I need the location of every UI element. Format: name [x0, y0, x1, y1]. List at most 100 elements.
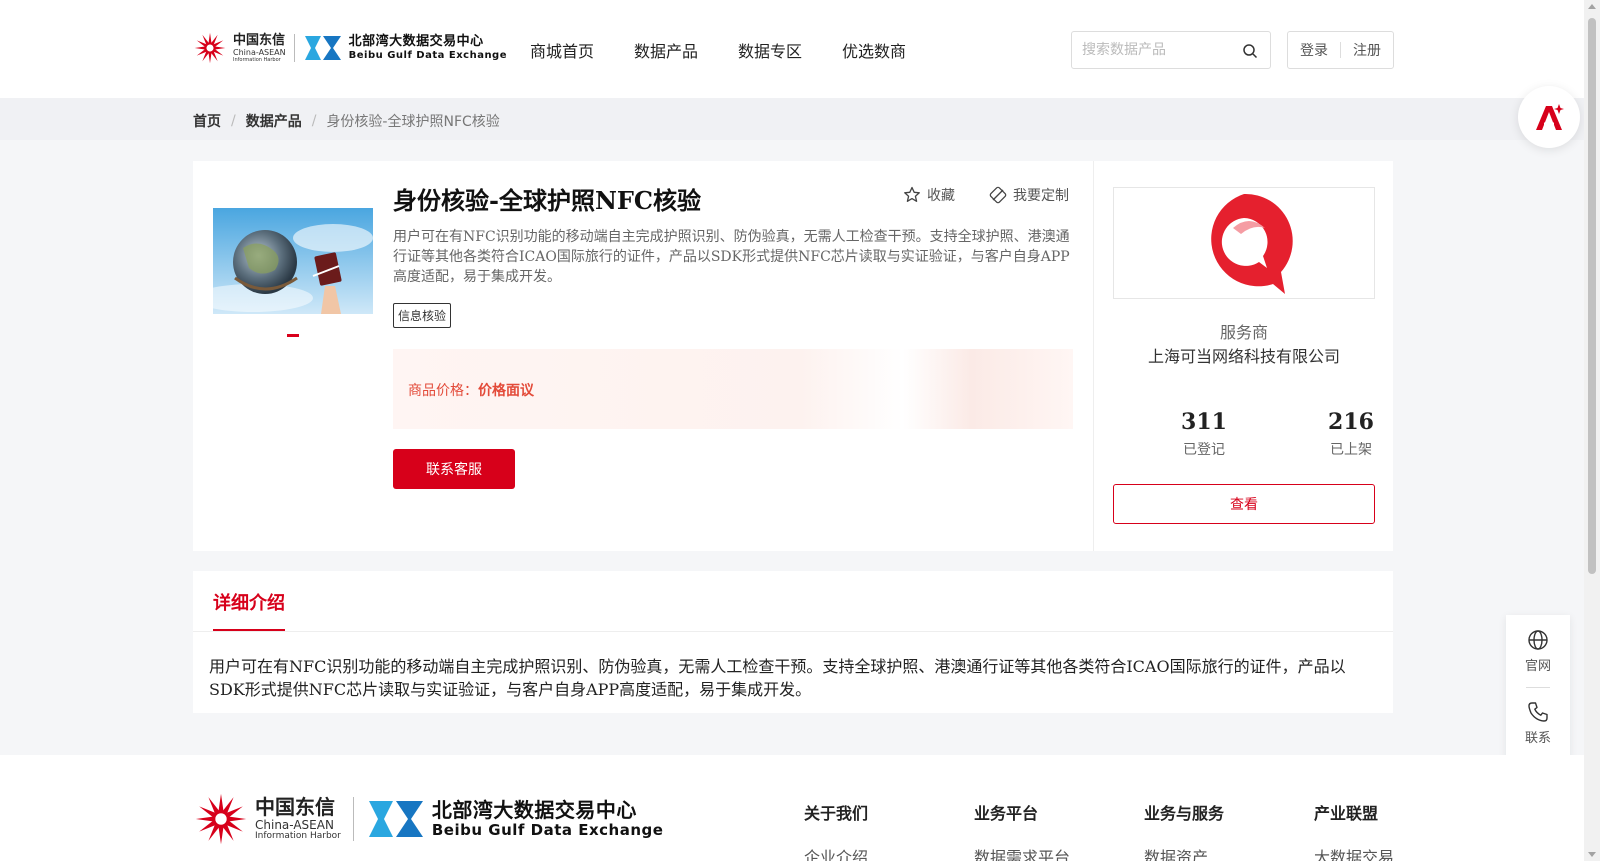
logo-divider — [293, 34, 295, 62]
logo-bd-en: Beibu Gulf Data Exchange — [348, 50, 507, 61]
footer-heading: 业务与服务 — [1144, 804, 1225, 823]
product-tag: 信息核验 — [393, 303, 452, 328]
listed-label: 已上架 — [1330, 442, 1372, 458]
footer-logo: 中国东信 China-ASEAN Information Harbor 北部湾大… — [193, 791, 663, 847]
china-asean-flower-logo — [195, 793, 247, 845]
ai-assistant-icon — [1536, 104, 1564, 130]
star-icon — [904, 186, 920, 202]
beibu-gulf-logo-mark — [304, 36, 341, 60]
nav-mall-home[interactable]: 商城首页 — [530, 38, 594, 62]
breadcrumb-current: 身份核验-全球护照NFC核验 — [326, 114, 500, 130]
favorite-button[interactable]: 收藏 — [903, 185, 955, 205]
site-logo[interactable]: 中国东信 China-ASEAN Information Harbor 北部湾大… — [193, 28, 507, 68]
provider-logo-mark — [1211, 193, 1293, 294]
contact-button[interactable]: 联系 — [1506, 701, 1570, 746]
scroll-down-arrow[interactable] — [1588, 852, 1596, 857]
website-label: 官网 — [1524, 659, 1551, 674]
breadcrumb-category[interactable]: 数据产品 — [246, 111, 302, 131]
nav-preferred-vendors[interactable]: 优选数商 — [842, 38, 906, 62]
price-value: 价格面议 — [478, 383, 534, 399]
footer-link[interactable]: 企业介绍 — [804, 844, 868, 861]
passport-globe-image — [213, 208, 373, 314]
footer-logo-ct-en2: Information Harbor — [255, 831, 341, 841]
beibu-gulf-wordmark: 北部湾大数据交易中心 Beibu Gulf Data Exchange — [349, 35, 507, 61]
china-asean-wordmark: 中国东信 China-ASEAN Information Harbor — [233, 34, 286, 63]
page-scrollbar[interactable] — [1584, 0, 1600, 861]
side-float-panel: 官网 联系 — [1506, 615, 1570, 760]
china-asean-flower-logo — [194, 32, 226, 64]
price-label: 商品价格： — [408, 383, 478, 399]
search-icon[interactable] — [1242, 43, 1258, 59]
customize-button[interactable]: 我要定制 — [989, 185, 1069, 205]
breadcrumb-separator: / — [311, 113, 317, 129]
footer-col-about: 关于我们 企业介绍 — [804, 800, 868, 861]
vertical-divider — [1093, 161, 1094, 551]
scroll-up-arrow[interactable] — [1588, 4, 1596, 9]
breadcrumb-separator: / — [231, 113, 236, 129]
china-asean-wordmark: 中国东信 China-ASEAN Information Harbor — [255, 797, 341, 841]
detail-section: 详细介绍 用户可在有NFC识别功能的移动端自主完成护照识别、防伪验真，无需人工检… — [193, 571, 1393, 713]
product-description: 用户可在有NFC识别功能的移动端自主完成护照识别、防伪验真，无需人工检查干预。支… — [393, 229, 1070, 285]
footer-link[interactable]: 大数据交易 — [1314, 844, 1394, 861]
logo-divider — [352, 797, 354, 841]
customize-label: 我要定制 — [1013, 188, 1069, 204]
provider-label: 服务商 — [1219, 323, 1268, 342]
search-input[interactable] — [1072, 33, 1232, 67]
product-image[interactable] — [213, 208, 373, 314]
logo-ct-cn: 中国东信 — [233, 32, 286, 48]
view-provider-button[interactable]: 查看 — [1113, 484, 1375, 524]
registered-count: 311 — [1181, 409, 1227, 435]
login-link[interactable]: 登录 — [1288, 40, 1340, 60]
registered-stat: 311 已登记 — [1144, 409, 1264, 459]
detail-text: 用户可在有NFC识别功能的移动端自主完成护照识别、防伪验真，无需人工检查干预。支… — [209, 657, 1346, 699]
site-footer: 中国东信 China-ASEAN Information Harbor 北部湾大… — [0, 755, 1584, 861]
logo-ct-en2: Information Harbor — [233, 56, 281, 63]
logo-ct-en1: China-ASEAN — [233, 47, 286, 57]
favorite-label: 收藏 — [927, 188, 955, 204]
footer-col-alliance: 产业联盟 大数据交易 — [1314, 800, 1394, 861]
scrollbar-thumb[interactable] — [1588, 18, 1596, 574]
price: 商品价格：价格面议 — [408, 380, 534, 400]
registered-label: 已登记 — [1183, 442, 1225, 458]
beibu-gulf-wordmark: 北部湾大数据交易中心 Beibu Gulf Data Exchange — [432, 800, 664, 838]
footer-heading: 业务平台 — [974, 804, 1039, 823]
tab-divider — [193, 631, 1393, 632]
side-float-separator — [1526, 687, 1550, 688]
customize-icon — [989, 186, 1007, 204]
listed-count: 216 — [1328, 409, 1374, 435]
provider-name: 上海可当网络科技有限公司 — [1147, 347, 1340, 366]
product-title: 身份核验-全球护照NFC核验 — [393, 186, 702, 215]
footer-logo-ct-cn: 中国东信 — [255, 795, 335, 819]
globe-icon — [1528, 630, 1548, 650]
footer-heading: 关于我们 — [804, 804, 869, 823]
beibu-gulf-logo-mark — [368, 801, 423, 837]
site-header: 中国东信 China-ASEAN Information Harbor 北部湾大… — [0, 0, 1584, 98]
ai-assistant-button[interactable] — [1518, 86, 1580, 148]
breadcrumb-bar: 首页 / 数据产品 / 身份核验-全球护照NFC核验 — [0, 98, 1584, 140]
tab-detail-intro[interactable]: 详细介绍 — [213, 589, 285, 615]
tab-active-underline — [213, 629, 285, 631]
provider-logo[interactable] — [1113, 187, 1375, 299]
footer-col-services: 业务与服务 数据资产 — [1144, 800, 1224, 861]
website-button[interactable]: 官网 — [1506, 629, 1570, 674]
product-card: 身份核验-全球护照NFC核验 收藏 我要定制 用户可在有NFC识别功能的移动端自… — [193, 161, 1393, 551]
footer-logo-bd-cn: 北部湾大数据交易中心 — [431, 798, 637, 822]
carousel-indicator[interactable] — [287, 334, 299, 337]
register-link[interactable]: 注册 — [1341, 40, 1393, 60]
footer-logo-bd-en: Beibu Gulf Data Exchange — [431, 821, 664, 839]
footer-heading: 产业联盟 — [1314, 804, 1379, 823]
nav-data-zone[interactable]: 数据专区 — [738, 38, 802, 62]
footer-col-platform: 业务平台 数据需求平台 — [974, 800, 1070, 861]
breadcrumb-home[interactable]: 首页 — [193, 111, 221, 131]
footer-logo-ct-en1: China-ASEAN — [255, 818, 334, 832]
footer-link[interactable]: 数据需求平台 — [974, 844, 1070, 861]
main-nav: 商城首页 数据产品 数据专区 优选数商 — [530, 38, 906, 62]
contact-label: 联系 — [1524, 731, 1551, 746]
listed-stat: 216 已上架 — [1291, 409, 1411, 459]
phone-icon — [1528, 702, 1548, 722]
contact-service-button[interactable]: 联系客服 — [393, 449, 515, 489]
price-box: 商品价格：价格面议 — [393, 349, 1073, 429]
nav-data-products[interactable]: 数据产品 — [634, 38, 698, 62]
logo-bd-cn: 北部湾大数据交易中心 — [348, 34, 484, 49]
footer-link[interactable]: 数据资产 — [1144, 844, 1224, 861]
